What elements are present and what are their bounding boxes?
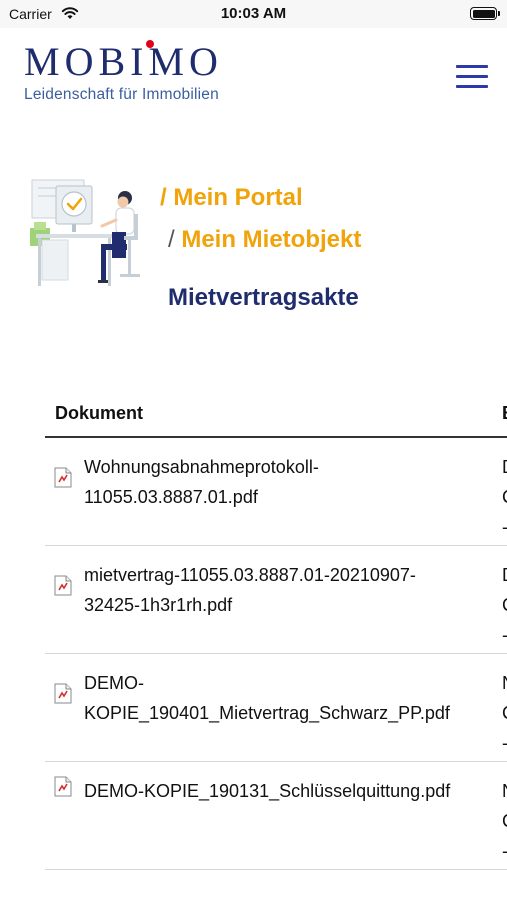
breadcrumb-mein-mietobjekt-label: Mein Mietobjekt	[174, 226, 362, 253]
page-title: Mietvertragsakte	[168, 284, 359, 311]
pdf-file-icon	[54, 467, 72, 488]
office-worker-illustration	[30, 179, 140, 286]
file-name[interactable]: Wohnungsabnahmeprotokoll- 11055.03.8887.…	[84, 452, 494, 512]
clock: 10:03 AM	[220, 5, 287, 22]
battery-icon	[470, 7, 500, 20]
table-row[interactable]: mietvertrag-11055.03.8887.01-20210907- 3…	[45, 546, 507, 654]
file-name[interactable]: DEMO- KOPIE_190401_Mietvertrag_Schwarz_P…	[84, 668, 494, 728]
row-second-column: D C -	[502, 560, 507, 650]
breadcrumb-mein-mietobjekt[interactable]: / Mein Mietobjekt	[168, 226, 361, 254]
breadcrumb-separator: /	[168, 226, 175, 253]
table-row[interactable]: DEMO-KOPIE_190131_Schlüsselquittung.pdf …	[45, 762, 507, 870]
logo-dot	[146, 40, 154, 48]
table-row[interactable]: Wohnungsabnahmeprotokoll- 11055.03.8887.…	[45, 438, 507, 546]
table-row[interactable]: DEMO- KOPIE_190401_Mietvertrag_Schwarz_P…	[45, 654, 507, 762]
file-name[interactable]: DEMO-KOPIE_190131_Schlüsselquittung.pdf	[84, 776, 494, 806]
pdf-file-icon	[54, 575, 72, 596]
column-header-dokument[interactable]: Dokument	[55, 403, 143, 424]
logo-wordmark: MOBIMO	[24, 39, 223, 84]
row-second-column: D C -	[502, 452, 507, 542]
breadcrumb-mein-portal[interactable]: / Mein Portal	[160, 184, 303, 212]
row-second-column: N C -	[502, 776, 507, 866]
pdf-file-icon	[54, 776, 72, 797]
status-bar: Carrier 10:03 AM	[0, 0, 507, 28]
mobimo-logo[interactable]: MOBIMO Leidenschaft für Immobilien	[24, 40, 223, 104]
column-header-second[interactable]: B	[502, 403, 507, 424]
logo-tagline: Leidenschaft für Immobilien	[24, 86, 219, 103]
table-header: Dokument B	[45, 398, 507, 438]
file-name[interactable]: mietvertrag-11055.03.8887.01-20210907- 3…	[84, 560, 494, 620]
pdf-file-icon	[54, 683, 72, 704]
documents-table: Dokument B Wohnungsabnahmeprotokoll- 110…	[45, 398, 507, 870]
hamburger-menu-icon[interactable]	[456, 63, 488, 89]
row-second-column: N C -	[502, 668, 507, 758]
